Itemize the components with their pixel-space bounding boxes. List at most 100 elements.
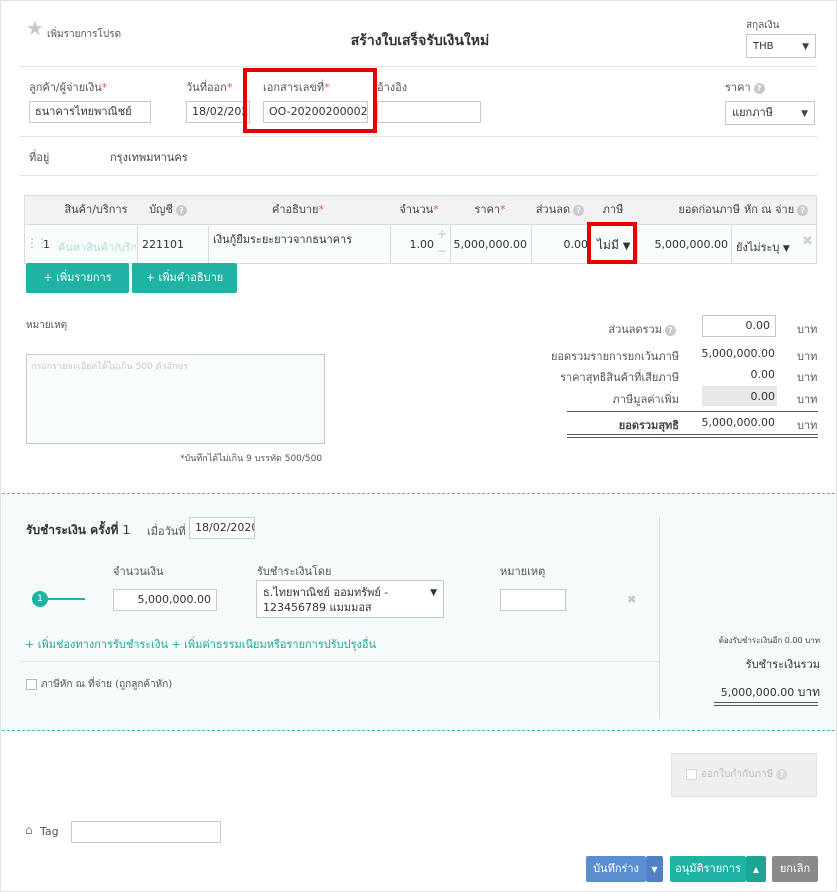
payment-date-input[interactable]: 18/02/2020	[189, 517, 255, 539]
price-label: ราคา?	[725, 78, 765, 96]
row-withholding-select[interactable]: ยังไม่ระบุ ▼	[736, 238, 790, 256]
favorite-label[interactable]: เพิ่มรายการโปรด	[47, 27, 121, 42]
favorite-star-icon[interactable]: ★	[26, 18, 44, 38]
exempt-value: 5,000,000.00	[701, 347, 775, 360]
method-select[interactable]: ธ.ไทยพาณิชย์ ออมทรัพย์ - 123456789 แมมมอ…	[256, 580, 444, 618]
remove-row-icon[interactable]: ✖	[802, 234, 813, 249]
notes-label: หมายเหตุ	[26, 320, 68, 331]
col-withholding: หัก ณ จ่าย?	[744, 196, 809, 224]
address-divider	[20, 175, 817, 176]
tax-invoice-box[interactable]: ออกใบกำกับภาษี?	[671, 753, 817, 797]
row-discount[interactable]: 0.00	[533, 238, 589, 251]
payment-note-input[interactable]	[500, 589, 566, 611]
remove-payment-icon[interactable]: ✖	[627, 593, 636, 606]
issue-date-input[interactable]: 18/02/2020	[186, 101, 250, 123]
row-qty[interactable]: 1.00	[392, 238, 435, 251]
net-value: 5,000,000.00	[701, 416, 775, 429]
add-description-button[interactable]: + เพิ่มคำอธิบาย	[132, 263, 237, 293]
help-icon: ?	[776, 768, 788, 780]
row-product-input[interactable]: ค้นหาสินค้า/บริการ	[58, 238, 136, 256]
customer-input[interactable]: ธนาคารไทยพาณิชย์	[29, 101, 151, 123]
payment-total-line	[714, 705, 818, 706]
price-select[interactable]: แยกภาษี ▼	[725, 101, 815, 125]
row-price[interactable]: 5,000,000.00	[452, 238, 527, 251]
chevron-down-icon: ▼	[801, 109, 808, 119]
summary-double-line	[567, 434, 818, 435]
caret-down-icon: ▼	[430, 588, 437, 598]
step-line	[48, 598, 85, 600]
col-qty: จำนวน*	[399, 203, 439, 216]
checkbox-icon[interactable]	[686, 768, 697, 780]
address-label: ที่อยู่	[29, 151, 50, 164]
tag-label: Tag	[40, 825, 59, 838]
save-draft-dropdown[interactable]: ▼	[646, 856, 663, 882]
row-sep	[137, 226, 138, 263]
vat-label: ภาษีมูลค่าเพิ่ม	[612, 393, 679, 406]
payment-total-label: รับชำระเงินรวม	[745, 658, 820, 671]
header-divider	[20, 66, 817, 67]
row-account[interactable]: 221101	[142, 238, 184, 251]
exempt-label: ยอดรวมรายการยกเว้นภาษี	[550, 350, 679, 363]
vat-value: 0.00	[750, 390, 776, 403]
cancel-button[interactable]: ยกเลิก	[772, 856, 818, 882]
help-icon: ?	[175, 204, 187, 216]
caret-down-icon: ▼	[782, 244, 790, 254]
row-sep	[390, 226, 391, 263]
approve-button[interactable]: อนุมัติรายการ	[670, 856, 746, 882]
page-title: สร้างใบเสร็จรับเงินใหม่	[350, 33, 490, 49]
summary-double-line	[567, 437, 818, 438]
caret-up-icon: ▲	[752, 865, 760, 874]
issue-date-label: วันที่ออก*	[186, 81, 233, 94]
doc-no-highlight	[243, 68, 377, 133]
row-sep	[531, 226, 532, 263]
withholding-checkbox[interactable]: ภาษีหัก ณ ที่จ่าย (ถูกลูกค้าหัก)	[26, 677, 172, 692]
payment-title: รับชำระเงิน ครั้งที่ 1	[26, 523, 131, 537]
step-circle: 1	[32, 591, 48, 607]
save-draft-button[interactable]: บันทึกร่าง	[586, 856, 646, 882]
payment-note-label: หมายเหตุ	[500, 565, 546, 578]
unit-label: บาท	[797, 323, 818, 336]
help-icon: ?	[797, 204, 809, 216]
total-discount-input[interactable]: 0.00	[702, 315, 776, 337]
method-label: รับชำระเงินโดย	[257, 565, 332, 578]
currency-value: THB	[753, 41, 774, 52]
unit-label: บาท	[797, 393, 818, 406]
col-tax: ภาษี	[602, 203, 624, 216]
approve-dropdown[interactable]: ▲	[746, 856, 766, 882]
method-line2: 123456789 แมมมอส	[263, 601, 372, 614]
amount-label: จำนวนเงิน	[113, 565, 164, 578]
notes-textarea[interactable]: กรอกรายละเอียดได้ไม่เกิน 500 ตัวอักษร	[26, 354, 325, 444]
row-description[interactable]: เงินกู้ยืมระยะยาวจากธนาคาร	[213, 230, 352, 248]
taxable-label: ราคาสุทธิสินค้าที่เสียภาษี	[560, 371, 679, 384]
tag-input[interactable]	[71, 821, 221, 843]
qty-stepper-down-icon[interactable]: −	[437, 244, 447, 258]
col-pretax: ยอดก่อนภาษี	[678, 203, 740, 216]
col-description: คำอธิบาย*	[272, 203, 324, 216]
currency-select[interactable]: THB ▼	[746, 34, 816, 58]
net-label: ยอดรวมสุทธิ	[618, 419, 679, 432]
unit-label: บาท	[797, 350, 818, 363]
total-discount-label: ส่วนลดรวม?	[436, 320, 676, 338]
tax-highlight	[587, 222, 637, 264]
price-value: แยกภาษี	[732, 106, 773, 119]
row-pretax: 5,000,000.00	[654, 238, 728, 251]
reference-input[interactable]	[377, 101, 481, 123]
amount-input[interactable]: 5,000,000.00	[113, 589, 217, 611]
taxable-value: 0.00	[750, 368, 776, 381]
payment-inner-divider	[20, 661, 659, 662]
remaining-label: ต้องรับชำระเงินอีก 0.00 บาท	[718, 636, 820, 645]
add-item-button[interactable]: + เพิ่มรายการ	[26, 263, 129, 293]
row-sep	[450, 226, 451, 263]
add-payment-links[interactable]: + เพิ่มช่องทางการรับชำระเงิน + เพิ่มค่าธ…	[25, 635, 376, 653]
col-price: ราคา*	[474, 203, 506, 216]
col-discount: ส่วนลด?	[530, 196, 590, 224]
col-product: สินค้า/บริการ	[64, 203, 128, 216]
checkbox-icon[interactable]	[26, 678, 37, 690]
help-icon: ?	[753, 82, 765, 94]
address-value: กรุงเทพมหานคร	[110, 151, 188, 164]
unit-label: บาท	[797, 371, 818, 384]
row-sep	[208, 226, 209, 263]
tag-icon: ⌂	[25, 823, 33, 837]
notes-placeholder: กรอกรายละเอียดได้ไม่เกิน 500 ตัวอักษร	[31, 362, 189, 372]
qty-stepper-up-icon[interactable]: +	[437, 227, 447, 241]
